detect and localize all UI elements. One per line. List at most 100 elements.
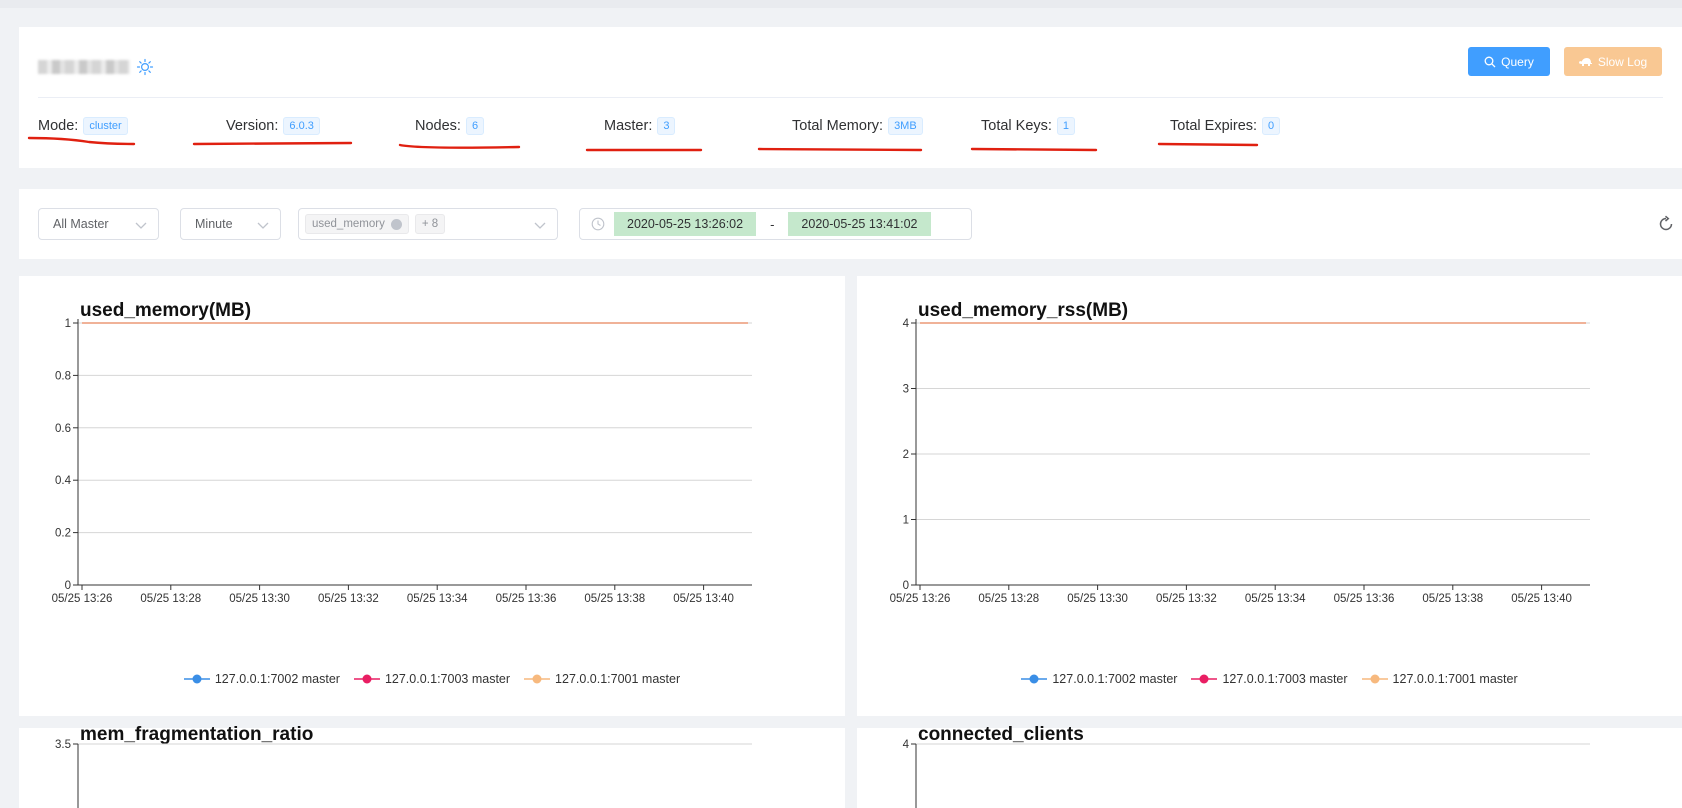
- slow-log-button[interactable]: Slow Log: [1564, 47, 1662, 76]
- range-separator: -: [770, 216, 775, 232]
- refresh-icon[interactable]: [1657, 215, 1675, 233]
- cluster-name: [38, 57, 154, 77]
- metric-chip[interactable]: used_memory: [305, 214, 409, 234]
- y-tick-label: 0.8: [55, 370, 71, 382]
- legend-marker: [524, 674, 551, 684]
- interval-select-value: Minute: [195, 217, 233, 231]
- x-tick-label: 05/25 13:32: [318, 593, 379, 605]
- y-tick-label: 0.4: [55, 475, 72, 487]
- y-tick-label: 3: [903, 384, 909, 396]
- chart-legend: 127.0.0.1:7002 master 127.0.0.1:7003 mast…: [857, 672, 1682, 686]
- line-chart: 0 0.2 0.4 0.6 0.8 1 05/25 13:26 05/25 13:28 05/2…: [52, 318, 752, 605]
- legend-label: 127.0.0.1:7002 master: [214, 672, 340, 686]
- chart-card-used-memory: used_memory(MB) 0 0.2 0.4 0.6 0.8 1 05/25 13:2…: [19, 276, 845, 716]
- node-select-value: All Master: [53, 217, 109, 231]
- x-tick-label: 05/25 13:40: [1511, 593, 1572, 605]
- y-tick-label: 1: [903, 515, 909, 527]
- legend-item[interactable]: 127.0.0.1:7002 master: [183, 672, 340, 686]
- legend-marker: [183, 674, 210, 684]
- legend-marker-dot: [1199, 674, 1209, 684]
- chart-card-used-memory-rss: used_memory_rss(MB) 0 1 2 3 4 05/25 13:26 05/2…: [857, 276, 1682, 716]
- x-tick-label: 05/25 13:28: [140, 593, 201, 605]
- metric-more-label: + 8: [421, 218, 439, 230]
- legend-item[interactable]: 127.0.0.1:7003 master: [1191, 672, 1348, 686]
- x-tick-label: 05/25 13:26: [52, 593, 113, 605]
- legend-item[interactable]: 127.0.0.1:7001 master: [524, 672, 680, 686]
- legend-marker: [353, 674, 380, 684]
- legend-item[interactable]: 127.0.0.1:7003 master: [353, 672, 511, 686]
- metric-more-chip: + 8: [414, 214, 446, 234]
- chevron-down-icon: [135, 222, 147, 229]
- y-tick-label: 0.6: [55, 423, 71, 435]
- legend-marker-dot: [192, 674, 202, 684]
- annotation-underline: [27, 136, 136, 146]
- cluster-info-panel: Query Slow Log Mode: cluster Version: 6.…: [19, 27, 1682, 168]
- x-tick-label: 05/25 13:34: [1245, 593, 1306, 605]
- legend-marker-dot: [1370, 674, 1380, 684]
- search-icon: [1484, 56, 1496, 67]
- x-tick-label: 05/25 13:38: [584, 593, 645, 605]
- y-tick-label: 3.5: [55, 739, 71, 751]
- chart-card-mem-fragmentation: mem_fragmentation_ratio 3.5: [19, 724, 845, 808]
- date-range-picker[interactable]: 2020-05-25 13:26:02 - 2020-05-25 13:41:0…: [579, 208, 972, 240]
- legend-item[interactable]: 127.0.0.1:7001 master: [1361, 672, 1518, 686]
- x-tick-label: 05/25 13:30: [229, 593, 290, 605]
- interval-select[interactable]: Minute: [180, 208, 281, 240]
- y-tick-label: 0: [903, 580, 909, 592]
- line-chart: 4: [903, 739, 1590, 808]
- annotation-underline: [757, 147, 923, 152]
- start-time-input[interactable]: 2020-05-25 13:26:02: [614, 212, 757, 236]
- legend-label: 127.0.0.1:7001 master: [555, 672, 681, 686]
- metrics-multiselect[interactable]: used_memory + 8: [298, 208, 558, 240]
- chevron-down-icon: [257, 222, 269, 229]
- chart-legend: 127.0.0.1:7002 master 127.0.0.1:7003 mast…: [19, 672, 845, 686]
- x-tick-label: 05/25 13:26: [890, 593, 951, 605]
- clock-icon: [591, 217, 605, 231]
- legend-marker-dot: [1029, 674, 1039, 684]
- top-bar: [0, 0, 1682, 8]
- turtle-icon: [1578, 58, 1592, 66]
- legend-label: 127.0.0.1:7001 master: [1392, 672, 1518, 686]
- y-tick-label: 0: [65, 580, 71, 592]
- annotation-underlines: [27, 136, 1259, 152]
- annotation-underline: [192, 141, 353, 146]
- legend-label: 127.0.0.1:7003 master: [384, 672, 511, 686]
- x-tick-label: 05/25 13:30: [1067, 593, 1128, 605]
- redacted-cluster-name: [38, 60, 130, 74]
- node-select[interactable]: All Master: [38, 208, 159, 240]
- x-tick-label: 05/25 13:32: [1156, 593, 1217, 605]
- legend-label: 127.0.0.1:7003 master: [1222, 672, 1348, 686]
- x-tick-label: 05/25 13:34: [407, 593, 468, 605]
- divider: [38, 97, 1663, 98]
- y-tick-label: 2: [903, 449, 909, 461]
- annotation-underline: [970, 147, 1098, 152]
- filter-bar: All Master Minute used_memory + 8 2020-0…: [19, 189, 1682, 259]
- sun-icon: [136, 58, 154, 76]
- legend-marker: [1191, 674, 1218, 684]
- y-tick-label: 1: [65, 318, 71, 330]
- legend-item[interactable]: 127.0.0.1:7002 master: [1021, 672, 1177, 686]
- y-tick-label: 4: [903, 739, 910, 751]
- chart-card-connected-clients: connected_clients 4: [857, 724, 1682, 808]
- legend-marker: [1361, 674, 1388, 684]
- chevron-down-icon: [534, 222, 546, 229]
- query-button-label: Query: [1501, 54, 1534, 69]
- line-chart: 3.5: [55, 739, 752, 808]
- x-tick-label: 05/25 13:36: [1334, 593, 1395, 605]
- legend-marker-dot: [362, 674, 372, 684]
- metric-chip-label: used_memory: [312, 218, 385, 230]
- x-tick-label: 05/25 13:40: [673, 593, 734, 605]
- x-tick-label: 05/25 13:28: [978, 593, 1039, 605]
- annotation-underline: [398, 143, 521, 149]
- legend-marker: [1021, 674, 1048, 684]
- x-tick-label: 05/25 13:38: [1422, 593, 1483, 605]
- slow-log-button-label: Slow Log: [1597, 54, 1648, 69]
- x-tick-label: 05/25 13:36: [496, 593, 557, 605]
- legend-marker-dot: [532, 674, 542, 684]
- close-icon[interactable]: [390, 218, 402, 230]
- y-tick-label: 4: [903, 318, 910, 330]
- legend-label: 127.0.0.1:7002 master: [1052, 672, 1178, 686]
- end-time-input[interactable]: 2020-05-25 13:41:02: [788, 212, 931, 236]
- query-button[interactable]: Query: [1468, 47, 1550, 76]
- y-tick-label: 0.2: [55, 528, 71, 540]
